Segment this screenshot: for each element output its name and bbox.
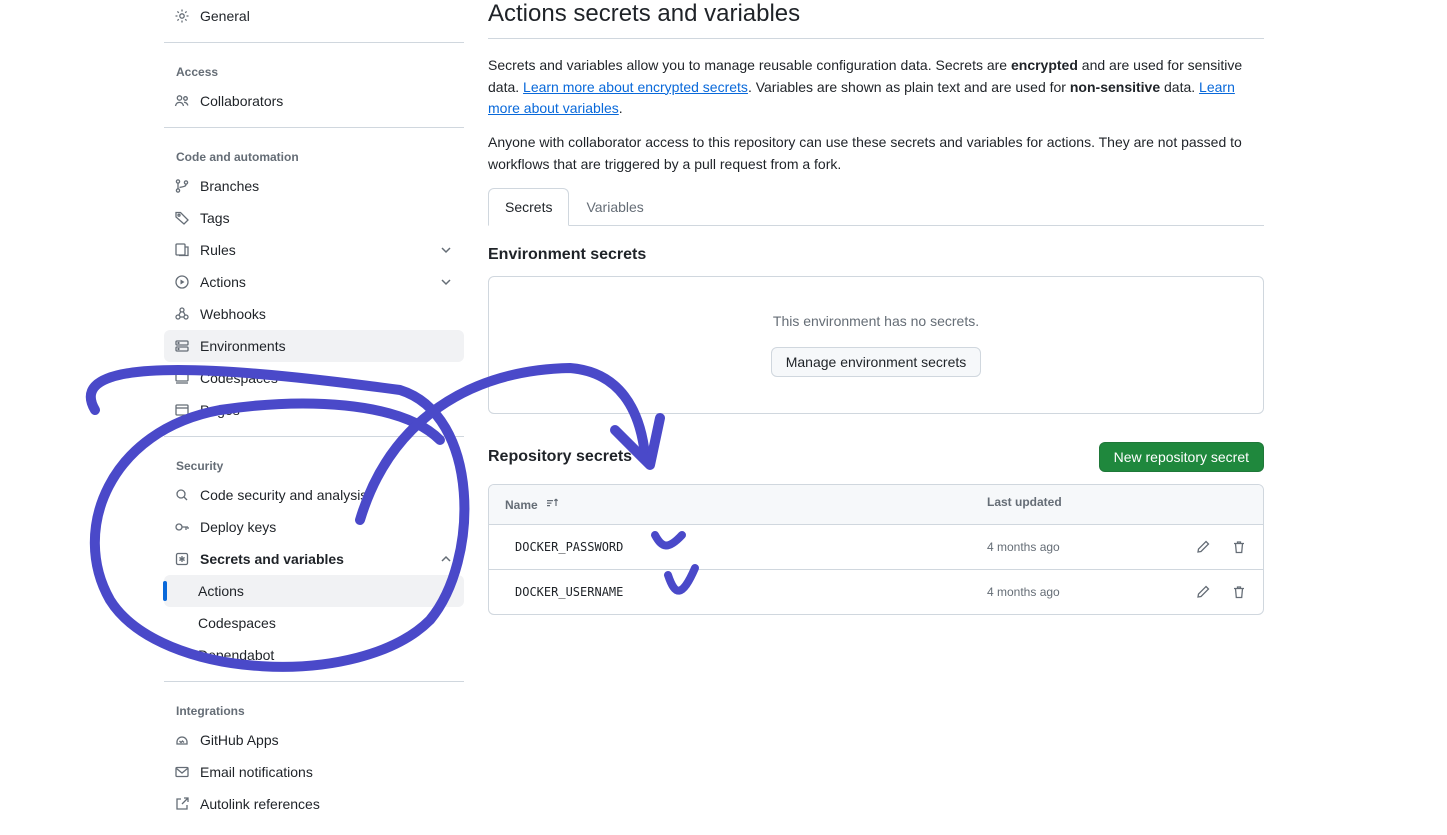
table-header: Name Last updated [489,485,1263,525]
heading-repository-secrets: Repository secrets [488,448,632,466]
codespaces-icon [174,370,190,386]
settings-sidebar: General Access Collaborators Code and au… [164,0,464,820]
divider [164,42,464,43]
sidebar-item-label: Actions [200,274,428,290]
empty-state-text: This environment has no secrets. [509,313,1243,329]
asterisk-icon [174,551,190,567]
sidebar-item-environments[interactable]: Environments [164,330,464,362]
manage-environment-secrets-button[interactable]: Manage environment secrets [771,347,982,377]
sidebar-item-label: Dependabot [198,647,274,663]
sidebar-item-label: Codespaces [198,615,276,631]
sidebar-item-label: Collaborators [200,93,454,109]
sidebar-item-label: Email notifications [200,764,454,780]
sidebar-item-label: Pages [200,402,454,418]
sidebar-item-pages[interactable]: Pages [164,394,464,426]
sidebar-heading-access: Access [164,57,464,85]
repository-secrets-table: Name Last updated DOCKER_PASSWORD 4 mont… [488,484,1264,615]
sidebar-item-label: Autolink references [200,796,454,812]
sidebar-subitem-codespaces[interactable]: Codespaces [164,607,464,639]
sidebar-heading-code: Code and automation [164,142,464,170]
sidebar-item-autolink[interactable]: Autolink references [164,788,464,820]
sidebar-item-rules[interactable]: Rules [164,234,464,266]
sidebar-item-label: Secrets and variables [200,551,428,567]
gear-icon [174,8,190,24]
page-title: Actions secrets and variables [488,0,1264,39]
divider [164,681,464,682]
key-icon [174,519,190,535]
mail-icon [174,764,190,780]
sidebar-heading-security: Security [164,451,464,479]
sidebar-item-collaborators[interactable]: Collaborators [164,85,464,117]
people-icon [174,93,190,109]
edit-button[interactable] [1195,539,1211,555]
sidebar-item-label: Code security and analysis [200,487,454,503]
sidebar-item-email[interactable]: Email notifications [164,756,464,788]
sidebar-item-webhooks[interactable]: Webhooks [164,298,464,330]
sidebar-heading-integrations: Integrations [164,696,464,724]
chevron-down-icon [438,274,454,290]
sidebar-item-label: Rules [200,242,428,258]
column-name[interactable]: Name [505,498,538,512]
tabs: Secrets Variables [488,187,1264,226]
git-branch-icon [174,178,190,194]
link-external-icon [174,796,190,812]
secret-name: DOCKER_USERNAME [515,585,623,599]
sidebar-item-general[interactable]: General [164,0,464,32]
chevron-up-icon [438,551,454,567]
sidebar-item-deploy-keys[interactable]: Deploy keys [164,511,464,543]
heading-environment-secrets: Environment secrets [488,246,1264,264]
chevron-down-icon [438,242,454,258]
sidebar-item-label: Actions [198,583,244,599]
sidebar-item-label: GitHub Apps [200,732,454,748]
webhook-icon [174,306,190,322]
hubot-icon [174,732,190,748]
sidebar-subitem-dependabot[interactable]: Dependabot [164,639,464,671]
secret-name: DOCKER_PASSWORD [515,540,623,554]
environment-secrets-box: This environment has no secrets. Manage … [488,276,1264,414]
sidebar-item-tags[interactable]: Tags [164,202,464,234]
sidebar-item-secrets-variables[interactable]: Secrets and variables [164,543,464,575]
divider [164,436,464,437]
rules-icon [174,242,190,258]
shield-scan-icon [174,487,190,503]
sidebar-item-github-apps[interactable]: GitHub Apps [164,724,464,756]
column-updated: Last updated [987,495,1147,514]
secret-updated: 4 months ago [987,540,1147,554]
sidebar-item-label: Environments [200,338,454,354]
description-2: Anyone with collaborator access to this … [488,132,1264,175]
secret-updated: 4 months ago [987,585,1147,599]
sidebar-item-label: Codespaces [200,370,454,386]
delete-button[interactable] [1231,584,1247,600]
sidebar-item-code-security[interactable]: Code security and analysis [164,479,464,511]
new-repository-secret-button[interactable]: New repository secret [1099,442,1264,472]
sidebar-item-codespaces[interactable]: Codespaces [164,362,464,394]
sidebar-item-label: Branches [200,178,454,194]
main-content: Actions secrets and variables Secrets an… [464,0,1264,820]
tab-variables[interactable]: Variables [569,188,660,226]
tag-icon [174,210,190,226]
divider [164,127,464,128]
sidebar-item-branches[interactable]: Branches [164,170,464,202]
sidebar-subitem-actions[interactable]: Actions [164,575,464,607]
sidebar-item-label: Deploy keys [200,519,454,535]
table-row: DOCKER_USERNAME 4 months ago [489,570,1263,614]
link-encrypted-secrets[interactable]: Learn more about encrypted secrets [523,79,748,95]
server-icon [174,338,190,354]
sidebar-item-label: Tags [200,210,454,226]
sort-icon[interactable] [544,495,560,514]
sidebar-item-label: Webhooks [200,306,454,322]
table-row: DOCKER_PASSWORD 4 months ago [489,525,1263,570]
edit-button[interactable] [1195,584,1211,600]
sidebar-item-label: General [200,8,454,24]
description-1: Secrets and variables allow you to manag… [488,55,1264,120]
delete-button[interactable] [1231,539,1247,555]
browser-icon [174,402,190,418]
sidebar-item-actions[interactable]: Actions [164,266,464,298]
tab-secrets[interactable]: Secrets [488,188,569,226]
play-circle-icon [174,274,190,290]
